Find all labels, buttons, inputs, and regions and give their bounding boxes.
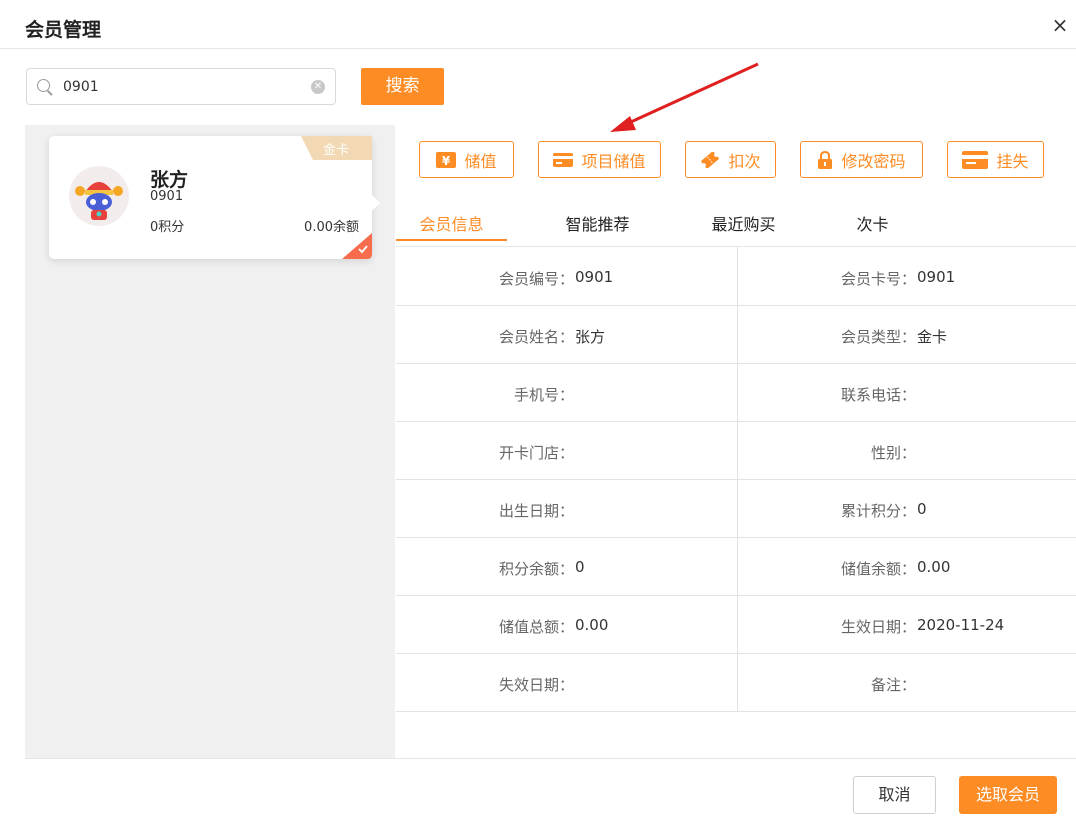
report-loss-button[interactable]: 挂失 bbox=[947, 141, 1044, 178]
grid-row-divider bbox=[396, 421, 1076, 422]
item-recharge-button[interactable]: 项目储值 bbox=[538, 141, 661, 178]
svg-text:¥: ¥ bbox=[442, 154, 451, 168]
search-button[interactable]: 搜索 bbox=[361, 68, 444, 105]
grid-row-divider bbox=[396, 711, 1076, 712]
grid-row-divider bbox=[396, 537, 1076, 538]
member-points: 0积分 bbox=[150, 220, 185, 235]
select-member-button[interactable]: 选取会员 bbox=[959, 776, 1057, 814]
value-member-type: 金卡 bbox=[917, 328, 948, 346]
close-icon[interactable]: × bbox=[1050, 15, 1070, 35]
value-member-name: 张方 bbox=[575, 328, 606, 346]
value-card-no: 0901 bbox=[917, 268, 956, 286]
search-box: ✕ bbox=[26, 68, 336, 105]
ticket-icon bbox=[701, 151, 720, 168]
cancel-button[interactable]: 取消 bbox=[853, 776, 936, 814]
card-icon bbox=[553, 152, 574, 167]
search-icon bbox=[37, 79, 50, 92]
deduct-times-label: 扣次 bbox=[728, 151, 761, 171]
card-type-badge: 金卡 bbox=[322, 143, 349, 158]
tab-recent-purchase[interactable]: 最近购买 bbox=[688, 211, 799, 235]
value-total-points: 0 bbox=[917, 500, 927, 518]
label-mobile: 手机号： bbox=[513, 386, 574, 404]
label-remark: 备注： bbox=[870, 676, 916, 694]
item-recharge-label: 项目储值 bbox=[581, 151, 646, 171]
label-card-no: 会员卡号： bbox=[840, 270, 916, 288]
label-member-id: 会员编号： bbox=[498, 270, 574, 288]
label-phone: 联系电话： bbox=[840, 386, 916, 404]
value-stored-balance: 0.00 bbox=[917, 558, 951, 576]
tab-member-info[interactable]: 会员信息 bbox=[396, 211, 507, 235]
label-stored-balance: 储值余额： bbox=[840, 560, 916, 578]
grid-row-divider bbox=[396, 305, 1076, 306]
grid-row-divider bbox=[396, 363, 1076, 364]
member-number: 0901 bbox=[150, 189, 184, 204]
value-member-id: 0901 bbox=[575, 268, 614, 286]
grid-row-divider bbox=[396, 653, 1076, 654]
lock-icon bbox=[818, 150, 833, 169]
recharge-label: 储值 bbox=[464, 151, 497, 171]
clear-icon[interactable]: ✕ bbox=[311, 80, 325, 94]
grid-row-divider bbox=[396, 479, 1076, 480]
yen-icon: ¥ bbox=[436, 151, 457, 168]
label-stored-total: 储值总额： bbox=[498, 618, 574, 636]
label-effective-date: 生效日期： bbox=[840, 618, 916, 636]
recharge-button[interactable]: ¥ 储值 bbox=[419, 141, 514, 178]
grid-row-divider bbox=[396, 595, 1076, 596]
label-gender: 性别： bbox=[870, 444, 916, 462]
label-expiry-date: 失效日期： bbox=[498, 676, 574, 694]
tab-times-card[interactable]: 次卡 bbox=[817, 211, 928, 235]
tab-divider bbox=[396, 246, 1076, 247]
card-pointer bbox=[372, 195, 380, 211]
label-total-points: 累计积分： bbox=[840, 502, 916, 520]
footer-divider bbox=[25, 758, 1076, 759]
label-member-name: 会员姓名： bbox=[498, 328, 574, 346]
annotation-arrow bbox=[610, 62, 759, 132]
change-password-label: 修改密码 bbox=[841, 151, 906, 171]
label-open-store: 开卡门店： bbox=[498, 444, 574, 462]
tab-smart-recommend[interactable]: 智能推荐 bbox=[542, 211, 653, 235]
label-member-type: 会员类型： bbox=[840, 328, 916, 346]
selected-check-icon bbox=[342, 233, 372, 259]
tab-active-underline bbox=[396, 239, 507, 241]
avatar bbox=[69, 166, 129, 226]
dialog-title: 会员管理 bbox=[25, 19, 102, 41]
member-name: 张方 bbox=[150, 169, 189, 191]
value-points-balance: 0 bbox=[575, 558, 585, 576]
deduct-times-button[interactable]: 扣次 bbox=[685, 141, 776, 178]
label-points-balance: 积分余额： bbox=[498, 560, 574, 578]
value-stored-total: 0.00 bbox=[575, 616, 609, 634]
report-loss-label: 挂失 bbox=[996, 151, 1029, 171]
label-birthday: 出生日期： bbox=[498, 502, 574, 520]
search-input[interactable] bbox=[63, 75, 303, 99]
change-password-button[interactable]: 修改密码 bbox=[800, 141, 923, 178]
header-divider bbox=[0, 48, 1076, 49]
credit-card-icon bbox=[962, 150, 989, 169]
member-card[interactable]: 金卡 张方 0901 0积分 0.00余额 bbox=[49, 136, 372, 259]
value-effective-date: 2020-11-24 bbox=[917, 616, 1005, 634]
